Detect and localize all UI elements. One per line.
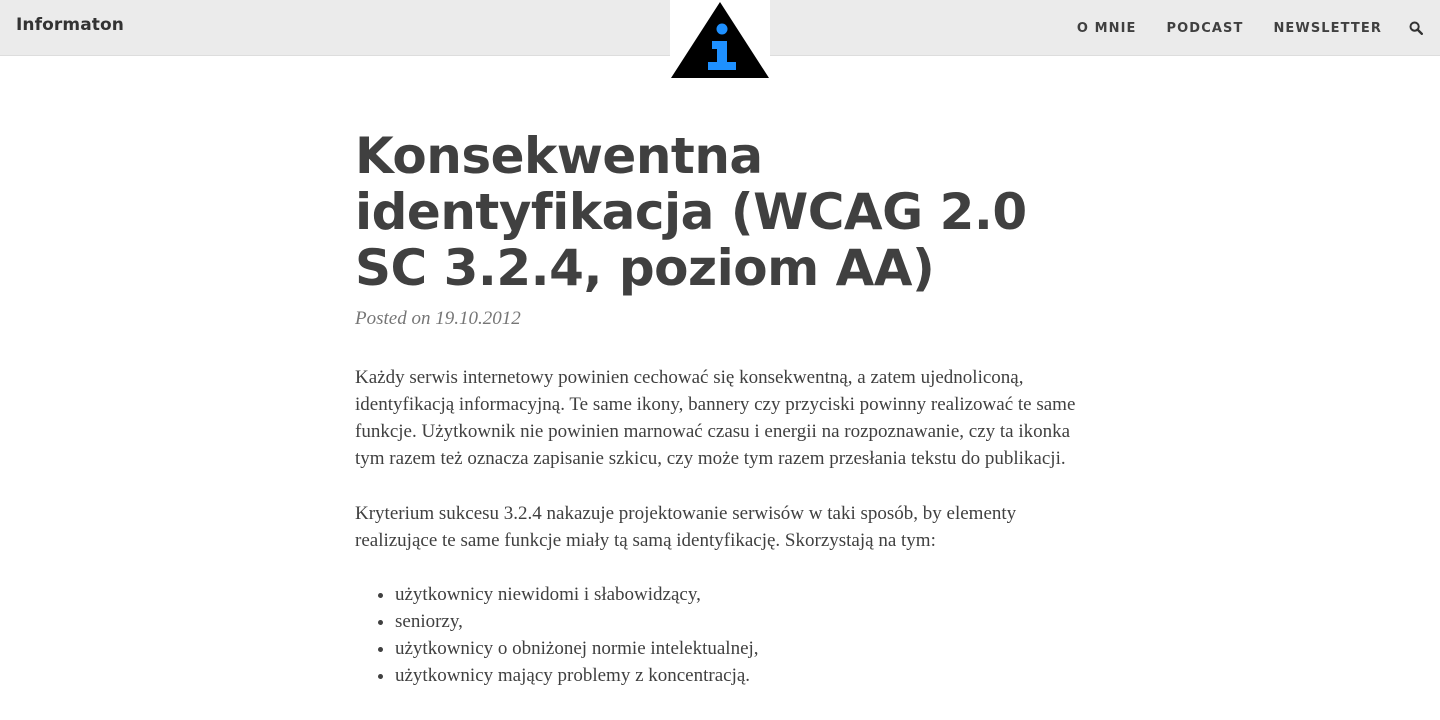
nav-link-newsletter[interactable]: NEWSLETTER xyxy=(1273,21,1382,36)
article-title: Konsekwentna identyfikacja (WCAG 2.0 SC … xyxy=(355,127,1027,297)
article: Konsekwentna identyfikacja (WCAG 2.0 SC … xyxy=(355,128,1085,689)
list-item: użytkownicy niewidomi i słabowidzący, xyxy=(395,581,1085,608)
beneficiaries-list: użytkownicy niewidomi i słabowidzący, se… xyxy=(355,581,1085,689)
article-paragraph-1: Każdy serwis internetowy powinien cechow… xyxy=(355,367,1076,469)
list-item: użytkownicy o obniżonej normie intelektu… xyxy=(395,635,1085,662)
list-item: seniorzy, xyxy=(395,608,1085,635)
top-bar: Informaton O MNIE PODCAST NEWSLETTER xyxy=(0,0,1440,80)
site-title-link[interactable]: Informaton xyxy=(16,15,124,35)
nav-link-o-mnie[interactable]: O MNIE xyxy=(1077,21,1137,36)
search-button[interactable] xyxy=(1409,21,1424,36)
post-date: Posted on 19.10.2012 xyxy=(355,308,521,329)
main-nav: O MNIE PODCAST NEWSLETTER xyxy=(1077,0,1440,56)
list-item: użytkownicy mający problemy z koncentrac… xyxy=(395,662,1085,689)
site-logo[interactable] xyxy=(670,0,770,80)
article-paragraph-2: Kryterium sukcesu 3.2.4 nakazuje projekt… xyxy=(355,503,1017,551)
info-triangle-icon xyxy=(671,2,769,78)
nav-link-podcast[interactable]: PODCAST xyxy=(1167,21,1244,36)
search-icon xyxy=(1409,21,1424,36)
